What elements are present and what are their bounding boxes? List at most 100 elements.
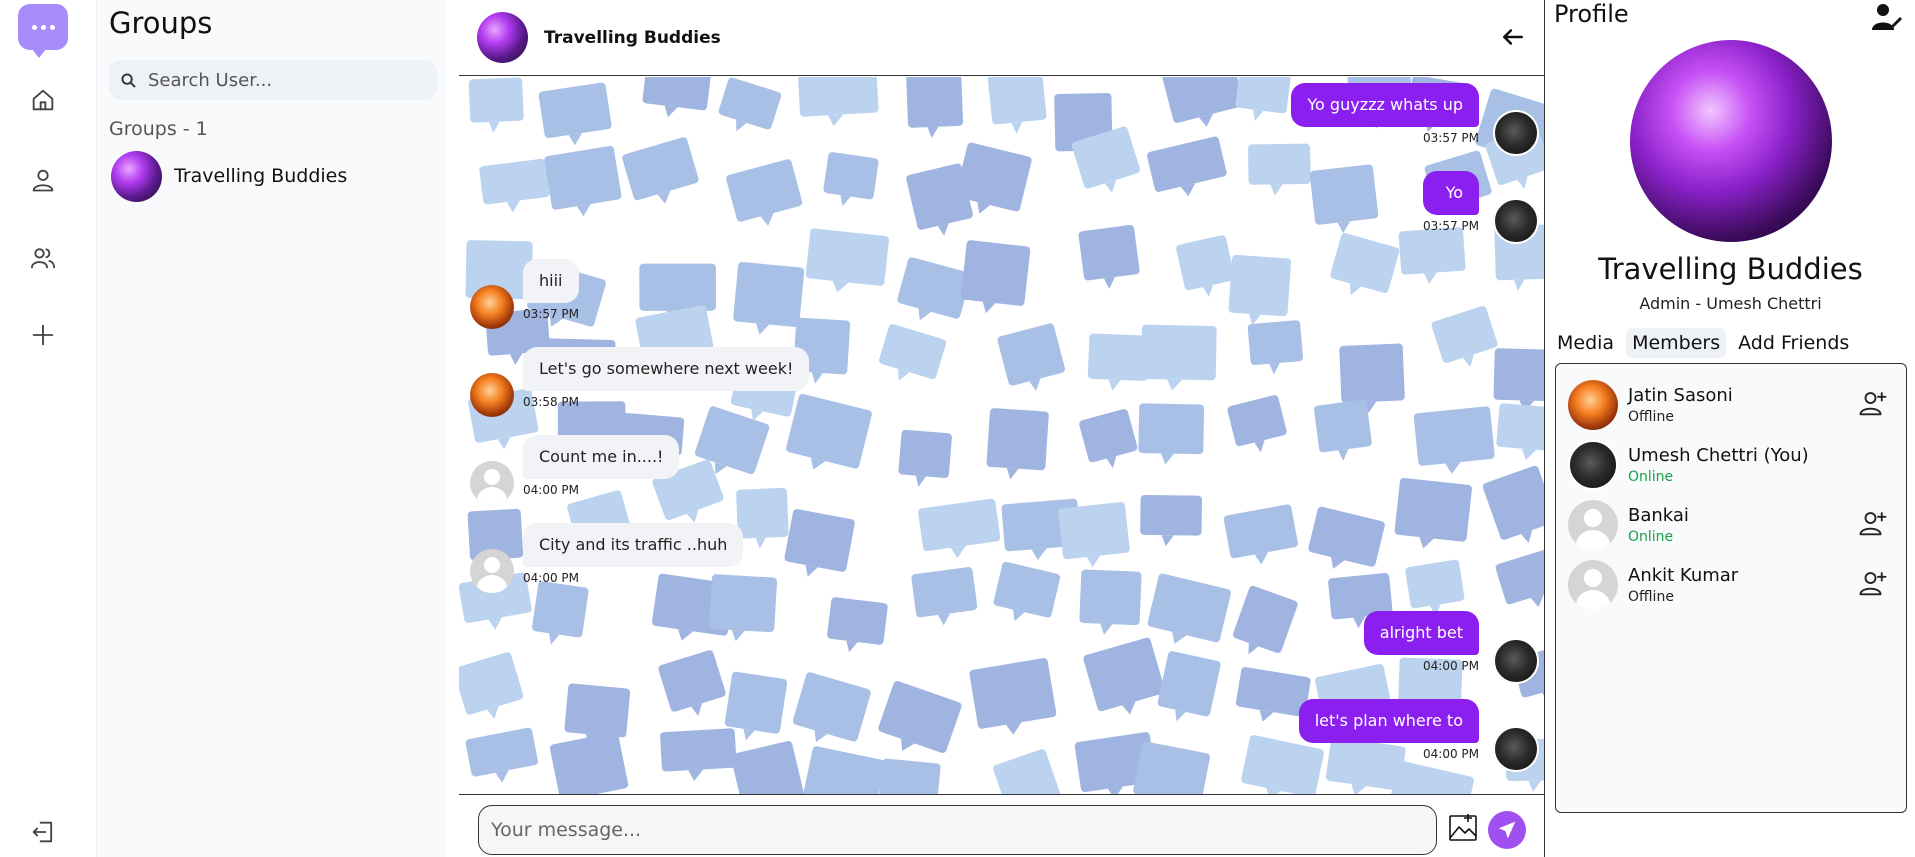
chat-panel: Travelling Buddies Yo guyzzz whats up 03… [459,0,1544,857]
background-bubble-shape [733,261,805,335]
background-bubble-shape [906,77,964,138]
background-bubble-shape [1161,77,1244,127]
background-bubble-shape [827,597,888,653]
background-bubble-shape [544,145,622,217]
home-icon[interactable] [26,83,60,117]
member-name: Ankit Kumar [1628,565,1739,586]
background-bubble-shape [1140,324,1217,391]
profile-tabs: Media Members Add Friends [1551,328,1855,358]
message-outgoing: Yo 03:57 PM [1423,171,1479,233]
member-item[interactable]: Jatin Sasoni Offline [1568,378,1898,432]
profile-name: Travelling Buddies [1598,252,1863,286]
add-friend-icon[interactable] [1858,568,1888,598]
background-bubble-shape [802,746,886,794]
background-bubble-shape [1413,406,1495,474]
message-avatar [1493,726,1539,772]
search-box[interactable] [109,60,437,100]
message-bubble[interactable]: let's plan where to [1298,699,1479,743]
background-bubble-shape [1235,77,1292,121]
background-bubble-shape [784,509,855,577]
background-bubble-shape [997,323,1066,391]
attach-image-icon[interactable] [1447,811,1481,845]
background-bubble-shape [1058,501,1130,568]
background-bubble-shape [1157,651,1221,722]
background-bubble-shape [1496,403,1544,460]
background-bubble-shape [465,727,538,783]
send-icon [1498,821,1516,839]
background-bubble-shape [622,137,699,204]
background-bubble-shape [1232,585,1298,655]
group-item-travelling-buddies[interactable]: Travelling Buddies [111,150,431,202]
profile-panel: Profile Travelling Buddies Admin - Umesh… [1544,0,1915,857]
message-incoming: Let's go somewhere next week! 03:58 PM [523,347,810,409]
sender-avatar[interactable] [1493,726,1539,772]
sender-avatar[interactable] [1493,638,1539,684]
member-avatar [1568,440,1618,490]
message-time: 04:00 PM [1423,747,1479,761]
message-bubble[interactable]: Let's go somewhere next week! [523,347,810,391]
message-avatar [1493,110,1539,156]
background-bubble-shape [730,741,804,794]
background-bubble-shape [1087,333,1150,391]
background-bubble-shape [987,77,1047,134]
send-button[interactable] [1488,811,1526,849]
background-bubble-shape [468,77,524,133]
member-item[interactable]: Bankai Online [1568,498,1898,552]
message-bubble[interactable]: Yo guyzzz whats up [1291,83,1479,127]
background-bubble-shape [1493,348,1544,412]
message-bubble[interactable]: Count me in....! [523,435,680,479]
background-bubble-shape [660,728,737,781]
background-bubble-shape [459,652,524,719]
message-incoming: Count me in....! 04:00 PM [523,435,680,497]
background-bubble-shape [538,82,612,146]
add-friend-icon[interactable] [1858,508,1888,538]
app-logo-chat-icon[interactable] [18,4,68,58]
users-icon[interactable] [26,241,60,275]
member-item[interactable]: Ankit Kumar Offline [1568,558,1898,612]
background-bubble-shape [911,567,978,626]
background-bubble-shape [918,498,1001,558]
background-bubble-shape [823,152,879,207]
sender-avatar[interactable] [470,285,514,329]
tab-members[interactable]: Members [1626,328,1727,358]
message-avatar [470,549,514,593]
sender-avatar[interactable] [470,373,514,417]
background-bubble-shape [1309,164,1379,234]
message-avatar [470,373,514,417]
background-bubble-shape [1330,233,1400,296]
add-friend-icon[interactable] [1858,388,1888,418]
groups-panel: Groups Groups - 1 Travelling Buddies [97,0,447,857]
sender-avatar[interactable] [1493,110,1539,156]
back-arrow-icon[interactable] [1500,24,1526,50]
message-bubble[interactable]: alright bet [1363,611,1479,655]
group-profile-avatar [1630,40,1832,242]
tab-media[interactable]: Media [1551,328,1620,358]
background-bubble-shape [658,650,726,716]
logout-icon[interactable] [26,815,60,849]
tab-add-friends[interactable]: Add Friends [1732,328,1855,358]
edit-profile-icon[interactable] [1871,2,1903,32]
message-input[interactable] [478,805,1437,855]
sender-avatar[interactable] [470,461,514,505]
nav-rail [0,0,97,857]
sender-avatar[interactable] [1493,198,1539,244]
group-avatar [111,150,162,202]
member-item[interactable]: Umesh Chettri (You) Online [1568,438,1898,492]
message-incoming: City and its traffic ..huh 04:00 PM [523,523,744,585]
member-status: Offline [1628,409,1674,425]
user-icon[interactable] [26,163,60,197]
background-bubble-shape [549,732,629,794]
search-input[interactable] [148,69,428,91]
message-bubble[interactable]: City and its traffic ..huh [523,523,744,567]
sender-avatar[interactable] [470,549,514,593]
add-group-plus-icon[interactable] [26,318,60,352]
message-bubble[interactable]: hiii [523,259,579,303]
chat-group-avatar[interactable] [477,12,528,63]
message-list[interactable]: Yo guyzzz whats up 03:57 PM Yo 03:57 PM … [459,77,1544,794]
background-bubble-shape [1147,136,1227,197]
message-bubble[interactable]: Yo [1423,171,1479,215]
background-bubble-shape [1495,545,1544,607]
background-bubble-shape [1176,235,1235,298]
background-bubble-shape [1083,637,1165,715]
message-avatar [1493,638,1539,684]
